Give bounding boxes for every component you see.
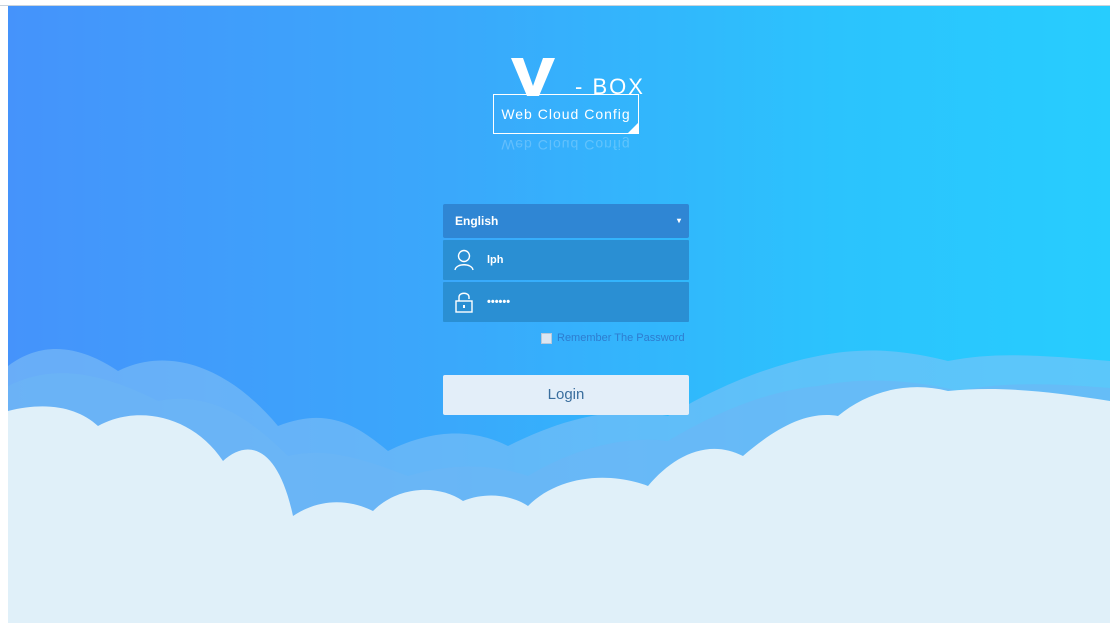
language-select-value: English	[455, 214, 499, 228]
language-select[interactable]: English ▾	[443, 204, 689, 238]
username-value: lph	[487, 254, 504, 266]
remember-password[interactable]: Remember The Password	[541, 332, 685, 344]
logo-corner	[627, 122, 639, 134]
chevron-down-icon: ▾	[676, 216, 681, 225]
password-field[interactable]: ••••••	[443, 282, 689, 322]
login-button[interactable]: Login	[443, 375, 689, 415]
password-value: ••••••	[487, 296, 511, 308]
logo-box-text: Web Cloud Config	[501, 106, 631, 122]
logo-box: Web Cloud Config	[493, 94, 639, 134]
remember-checkbox[interactable]	[541, 332, 552, 344]
username-field[interactable]: lph	[443, 240, 689, 280]
login-page: - BOX Web Cloud Config Web Cloud Config …	[8, 6, 1110, 623]
vbox-logo: - BOX Web Cloud Config Web Cloud Config	[493, 56, 653, 156]
user-icon	[453, 248, 475, 272]
lock-icon	[453, 290, 475, 314]
remember-label: Remember The Password	[557, 332, 685, 344]
logo-reflection: Web Cloud Config	[501, 137, 631, 153]
logo-v-letter	[511, 58, 555, 96]
login-form: English ▾ lph ••••••	[443, 204, 689, 322]
